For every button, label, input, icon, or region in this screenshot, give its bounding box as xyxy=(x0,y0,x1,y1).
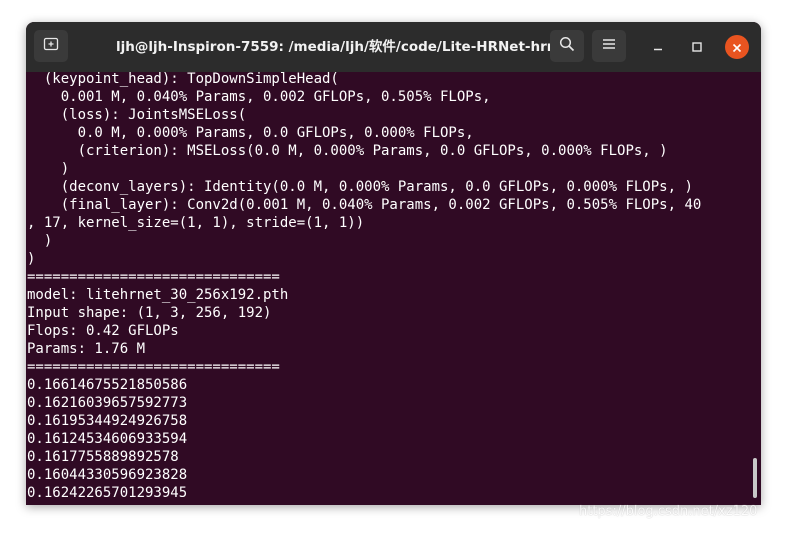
close-button[interactable] xyxy=(725,35,749,59)
terminal-line: 0.16044330596923828 xyxy=(27,467,188,483)
title-bar[interactable]: ljh@ljh-Inspiron-7559: /media/ljh/软件/cod… xyxy=(26,22,761,72)
new-tab-icon xyxy=(43,36,59,56)
scrollbar-thumb[interactable] xyxy=(753,458,757,498)
maximize-icon xyxy=(691,38,703,57)
terminal-line: ) xyxy=(27,251,36,267)
terminal-line: , 17, kernel_size=(1, 1), stride=(1, 1)) xyxy=(27,215,365,231)
terminal-line: 0.16242265701293945 xyxy=(27,485,188,501)
terminal-line: (final_layer): Conv2d(0.001 M, 0.040% Pa… xyxy=(27,197,702,213)
terminal-window: ljh@ljh-Inspiron-7559: /media/ljh/软件/cod… xyxy=(26,22,761,505)
terminal-line: ============================== xyxy=(27,269,280,285)
terminal-output[interactable]: (keypoint_head): TopDownSimpleHead( 0.00… xyxy=(27,70,745,505)
terminal-line: Input shape: (1, 3, 256, 192) xyxy=(27,305,272,321)
watermark-url: https://blog.csdn.net/xz120 xyxy=(579,504,758,519)
maximize-button[interactable] xyxy=(685,35,709,59)
terminal-line: (keypoint_head): TopDownSimpleHead( xyxy=(27,71,339,87)
minimize-button[interactable] xyxy=(646,35,670,59)
terminal-line: 0.001 M, 0.040% Params, 0.002 GFLOPs, 0.… xyxy=(27,89,491,105)
terminal-line: (deconv_layers): Identity(0.0 M, 0.000% … xyxy=(27,179,693,195)
window-title: ljh@ljh-Inspiron-7559: /media/ljh/软件/cod… xyxy=(116,39,572,55)
hamburger-menu-icon xyxy=(601,36,617,56)
minimize-icon xyxy=(652,38,664,57)
terminal-line: ) xyxy=(27,161,70,177)
menu-button[interactable] xyxy=(592,30,626,62)
terminal-line: (criterion): MSELoss(0.0 M, 0.000% Param… xyxy=(27,143,668,159)
terminal-line: model: litehrnet_30_256x192.pth xyxy=(27,287,289,303)
terminal-line: Params: 1.76 M xyxy=(27,341,146,357)
search-icon xyxy=(559,36,575,56)
terminal-line: 0.16195344924926758 xyxy=(27,413,188,429)
new-tab-button[interactable] xyxy=(34,30,68,62)
terminal-line: Flops: 0.42 GFLOPs xyxy=(27,323,179,339)
close-icon xyxy=(732,38,742,57)
terminal-line: 0.0 M, 0.000% Params, 0.0 GFLOPs, 0.000%… xyxy=(27,125,474,141)
search-button[interactable] xyxy=(550,30,584,62)
terminal-line: ============================== xyxy=(27,359,280,375)
terminal-line: 0.16124534606933594 xyxy=(27,431,188,447)
terminal-line: 0.16614675521850586 xyxy=(27,377,188,393)
terminal-line: 0.1617755889892578 xyxy=(27,449,179,465)
terminal-line: 0.16216039657592773 xyxy=(27,395,188,411)
terminal-line: ) xyxy=(27,233,53,249)
terminal-line: (loss): JointsMSELoss( xyxy=(27,107,247,123)
